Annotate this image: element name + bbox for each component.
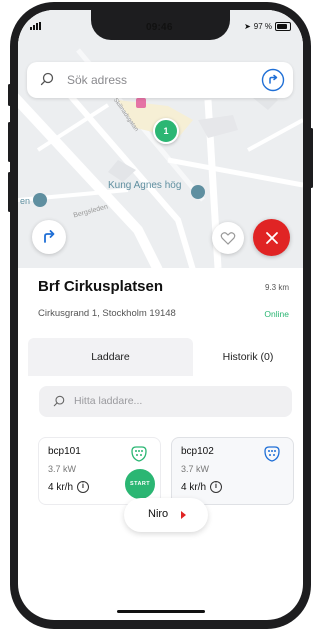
address-search-input[interactable]: Sök adress	[67, 73, 127, 87]
play-arrow-icon	[181, 511, 186, 519]
battery-percent: 97 %	[253, 22, 272, 31]
signal-icon	[30, 22, 41, 32]
status-right: ➤ 97 %	[244, 22, 291, 31]
charger-price: 4 kr/h i	[48, 481, 90, 493]
charger-price: 4 kr/h i	[181, 481, 223, 493]
plug-type2-icon-green	[131, 446, 147, 462]
charger-search-input[interactable]: Hitta laddare...	[74, 395, 142, 407]
navigate-button[interactable]	[32, 220, 66, 254]
station-address: Cirkusgrand 1, Stockholm 19148	[38, 308, 176, 319]
search-icon	[53, 395, 65, 407]
address-search-bar[interactable]: Sök adress	[27, 62, 293, 98]
start-charging-button[interactable]: START	[123, 467, 157, 501]
plug-type2-icon-blue	[264, 446, 280, 462]
charger-power: 3.7 kW	[48, 464, 77, 474]
volume-down-button	[8, 172, 11, 212]
screen: Kung Agnes hög Skillnadsgatan Bergsleden…	[18, 10, 303, 620]
charger-name: bcp102	[181, 446, 214, 457]
tab-history[interactable]: Historik (0)	[193, 338, 303, 376]
close-button[interactable]	[253, 219, 290, 256]
location-icon: ➤	[244, 22, 251, 31]
info-icon[interactable]: i	[210, 481, 223, 493]
charger-price-value: 4 kr/h	[181, 481, 207, 493]
power-button	[310, 128, 313, 188]
info-icon[interactable]: i	[77, 481, 90, 493]
status-badge: Online	[264, 309, 289, 319]
station-distance: 9.3 km	[264, 283, 289, 292]
charger-card-bcp102[interactable]: bcp102 3.7 kW 4 kr/h i	[171, 437, 294, 505]
close-icon	[265, 231, 278, 244]
favorite-button[interactable]	[212, 222, 244, 254]
heart-icon	[220, 232, 236, 245]
charger-search-bar[interactable]: Hitta laddare...	[39, 386, 292, 417]
mute-switch	[8, 84, 11, 106]
directions-icon[interactable]	[261, 68, 285, 92]
vehicle-selector[interactable]: Niro	[124, 498, 208, 532]
status-bar: 09:46 ➤ 97 %	[18, 10, 303, 40]
charger-price-value: 4 kr/h	[48, 481, 74, 493]
turn-right-arrow-icon	[44, 230, 55, 243]
vehicle-name: Niro	[148, 508, 169, 520]
charger-power: 3.7 kW	[181, 464, 210, 474]
volume-up-button	[8, 122, 11, 162]
tab-chargers[interactable]: Laddare	[28, 338, 193, 376]
tab-bar: Laddare Historik (0)	[18, 338, 303, 376]
status-time: 09:46	[146, 22, 173, 33]
station-name: Brf Cirkusplatsen	[38, 278, 164, 295]
search-icon	[40, 72, 54, 86]
station-marker[interactable]: 1	[153, 118, 179, 144]
map-label-kung-agnes-hog: Kung Agnes hög	[108, 180, 182, 191]
map-label-edge: en	[20, 196, 31, 206]
home-indicator[interactable]	[117, 610, 205, 613]
charger-name: bcp101	[48, 446, 81, 457]
battery-icon	[275, 22, 291, 31]
